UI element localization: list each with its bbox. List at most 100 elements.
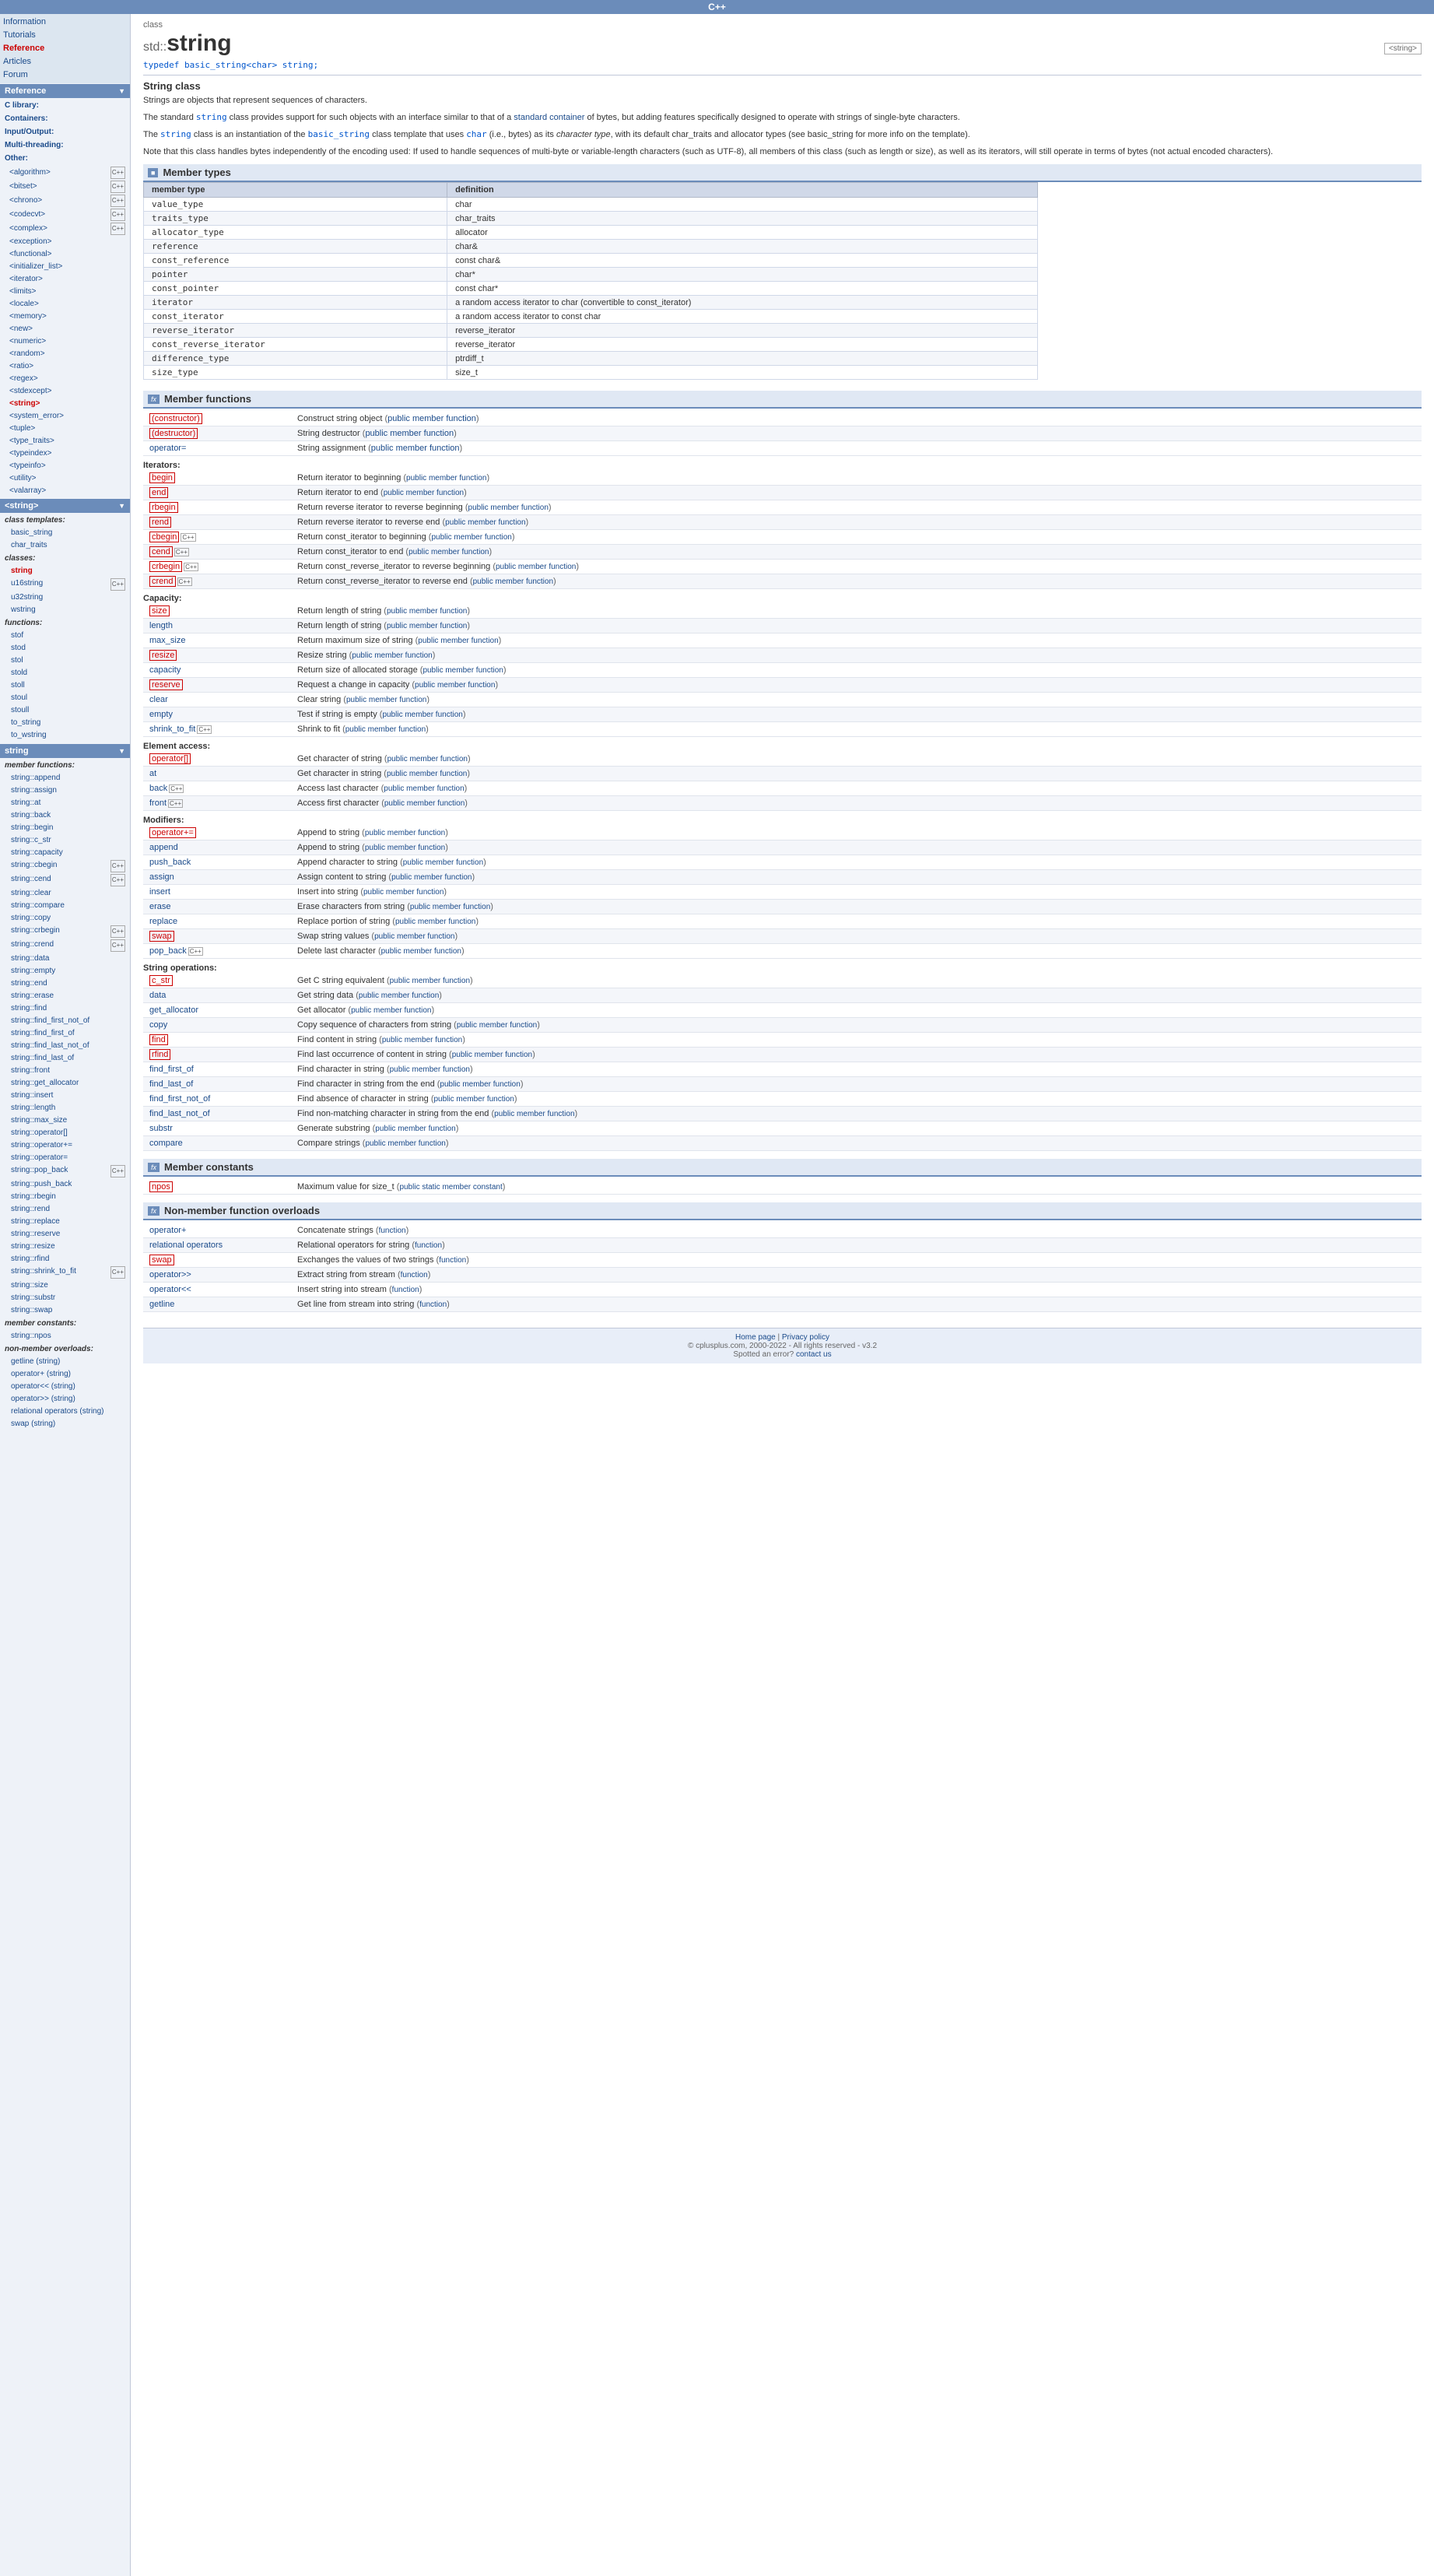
- func-link[interactable]: get_allocator: [149, 1005, 198, 1015]
- sidebar-item[interactable]: <tuple>: [0, 423, 130, 435]
- sidebar-item[interactable]: <iterator>: [0, 273, 130, 286]
- func-link[interactable]: relational operators: [149, 1241, 223, 1250]
- func-link[interactable]: empty: [149, 710, 173, 719]
- sidebar-item[interactable]: <system_error>: [0, 410, 130, 423]
- footer-home[interactable]: Home page: [735, 1333, 776, 1342]
- sidebar-u32string[interactable]: u32string: [0, 591, 130, 604]
- func-link[interactable]: c_str: [149, 975, 173, 986]
- sidebar-string-size[interactable]: string::size: [0, 1279, 130, 1292]
- func-link[interactable]: rend: [149, 517, 171, 528]
- func-link[interactable]: substr: [149, 1124, 173, 1133]
- func-link[interactable]: clear: [149, 695, 168, 704]
- sidebar-string-find-first-not-of[interactable]: string::find_first_not_of: [0, 1015, 130, 1027]
- func-link[interactable]: getline: [149, 1300, 174, 1309]
- sidebar-item[interactable]: <typeinfo>: [0, 460, 130, 472]
- sidebar-string-shrink-to-fit[interactable]: string::shrink_to_fitC++: [0, 1265, 130, 1279]
- nav-reference[interactable]: Reference: [3, 42, 127, 55]
- sidebar-item[interactable]: <functional>: [0, 248, 130, 261]
- sidebar-string-insert[interactable]: string::insert: [0, 1090, 130, 1102]
- func-link[interactable]: at: [149, 769, 156, 778]
- func-link[interactable]: max_size: [149, 636, 185, 645]
- sidebar-item[interactable]: <bitset>C++: [0, 180, 130, 194]
- sidebar-other[interactable]: Other:: [0, 152, 130, 165]
- func-link[interactable]: assign: [149, 872, 174, 882]
- sidebar-item[interactable]: <typeindex>: [0, 447, 130, 460]
- constructor-link[interactable]: (constructor): [149, 413, 202, 424]
- nav-articles[interactable]: Articles: [3, 55, 127, 68]
- sidebar-string-push-back[interactable]: string::push_back: [0, 1178, 130, 1191]
- func-link[interactable]: length: [149, 621, 173, 630]
- func-link[interactable]: compare: [149, 1139, 183, 1148]
- func-link[interactable]: capacity: [149, 665, 181, 675]
- func-link[interactable]: operator<<: [149, 1285, 191, 1294]
- sidebar-basic-string[interactable]: basic_string: [0, 527, 130, 539]
- func-link[interactable]: push_back: [149, 858, 191, 867]
- sidebar-item[interactable]: <complex>C++: [0, 222, 130, 236]
- sidebar-getline[interactable]: getline (string): [0, 1356, 130, 1368]
- sidebar-string-find-last-of[interactable]: string::find_last_of: [0, 1052, 130, 1065]
- sidebar-string-end[interactable]: string::end: [0, 977, 130, 990]
- func-link[interactable]: find_first_not_of: [149, 1094, 210, 1104]
- sidebar-string-cbegin[interactable]: string::cbeginC++: [0, 859, 130, 873]
- sidebar-string-erase[interactable]: string::erase: [0, 990, 130, 1002]
- func-link[interactable]: pop_back: [149, 946, 187, 956]
- sidebar-item[interactable]: <chrono>C++: [0, 194, 130, 208]
- func-link[interactable]: end: [149, 487, 168, 498]
- sidebar-relational-operators[interactable]: relational operators (string): [0, 1406, 130, 1418]
- sidebar-swap-string[interactable]: swap (string): [0, 1418, 130, 1430]
- sidebar-string-back[interactable]: string::back: [0, 809, 130, 822]
- footer-contact[interactable]: contact us: [796, 1350, 832, 1359]
- sidebar-item[interactable]: <stdexcept>: [0, 385, 130, 398]
- sidebar-to-wstring[interactable]: to_wstring: [0, 729, 130, 742]
- sidebar-stoll[interactable]: stoll: [0, 679, 130, 692]
- sidebar-string-operator-plus-eq[interactable]: string::operator+=: [0, 1139, 130, 1152]
- sidebar-item[interactable]: <codecvt>C++: [0, 208, 130, 222]
- sidebar-item[interactable]: <random>: [0, 348, 130, 360]
- func-link[interactable]: npos: [149, 1181, 173, 1192]
- nav-tutorials[interactable]: Tutorials: [3, 29, 127, 42]
- func-link[interactable]: swap: [149, 931, 174, 942]
- func-link[interactable]: crend: [149, 576, 176, 587]
- func-link[interactable]: data: [149, 991, 166, 1000]
- sidebar-item[interactable]: <memory>: [0, 311, 130, 323]
- sidebar-string-reserve[interactable]: string::reserve: [0, 1228, 130, 1241]
- func-link[interactable]: operator>>: [149, 1270, 191, 1279]
- sidebar-operator-lshift[interactable]: operator<< (string): [0, 1381, 130, 1393]
- func-link[interactable]: find_last_not_of: [149, 1109, 210, 1118]
- sidebar-stol[interactable]: stol: [0, 655, 130, 667]
- sidebar-item[interactable]: <exception>: [0, 236, 130, 248]
- sidebar-containers[interactable]: Containers:: [0, 112, 130, 125]
- operator-eq-link[interactable]: operator=: [149, 444, 186, 453]
- func-link[interactable]: insert: [149, 887, 170, 897]
- func-link[interactable]: operator+=: [149, 827, 196, 838]
- func-link[interactable]: find_first_of: [149, 1065, 194, 1074]
- func-link[interactable]: rfind: [149, 1049, 170, 1060]
- sidebar-item[interactable]: <type_traits>: [0, 435, 130, 447]
- sidebar-item[interactable]: <utility>: [0, 472, 130, 485]
- func-link[interactable]: reserve: [149, 679, 183, 690]
- sidebar-stoull[interactable]: stoull: [0, 704, 130, 717]
- func-link[interactable]: operator[]: [149, 753, 191, 764]
- func-link[interactable]: replace: [149, 917, 177, 926]
- sidebar-operator-plus[interactable]: operator+ (string): [0, 1368, 130, 1381]
- sidebar-string-data[interactable]: string::data: [0, 953, 130, 965]
- footer-privacy[interactable]: Privacy policy: [782, 1333, 829, 1342]
- sidebar-operator-rshift[interactable]: operator>> (string): [0, 1393, 130, 1406]
- func-link[interactable]: erase: [149, 902, 171, 911]
- sidebar-string-at[interactable]: string::at: [0, 797, 130, 809]
- sidebar-stold[interactable]: stold: [0, 667, 130, 679]
- sidebar-string-operator-eq[interactable]: string::operator=: [0, 1152, 130, 1164]
- sidebar-item[interactable]: <limits>: [0, 286, 130, 298]
- sidebar-multithread[interactable]: Multi-threading:: [0, 139, 130, 152]
- sidebar-item[interactable]: <numeric>: [0, 335, 130, 348]
- sidebar-string-begin[interactable]: string::begin: [0, 822, 130, 834]
- func-link[interactable]: shrink_to_fit: [149, 725, 195, 734]
- func-link[interactable]: back: [149, 784, 167, 793]
- sidebar-string-crend[interactable]: string::crendC++: [0, 939, 130, 953]
- sidebar-string-resize[interactable]: string::resize: [0, 1241, 130, 1253]
- sidebar-string-active[interactable]: string: [0, 565, 130, 577]
- sidebar-string-rfind[interactable]: string::rfind: [0, 1253, 130, 1265]
- sidebar-string-copy[interactable]: string::copy: [0, 912, 130, 925]
- sidebar-stof[interactable]: stof: [0, 630, 130, 642]
- sidebar-string-operator-idx[interactable]: string::operator[]: [0, 1127, 130, 1139]
